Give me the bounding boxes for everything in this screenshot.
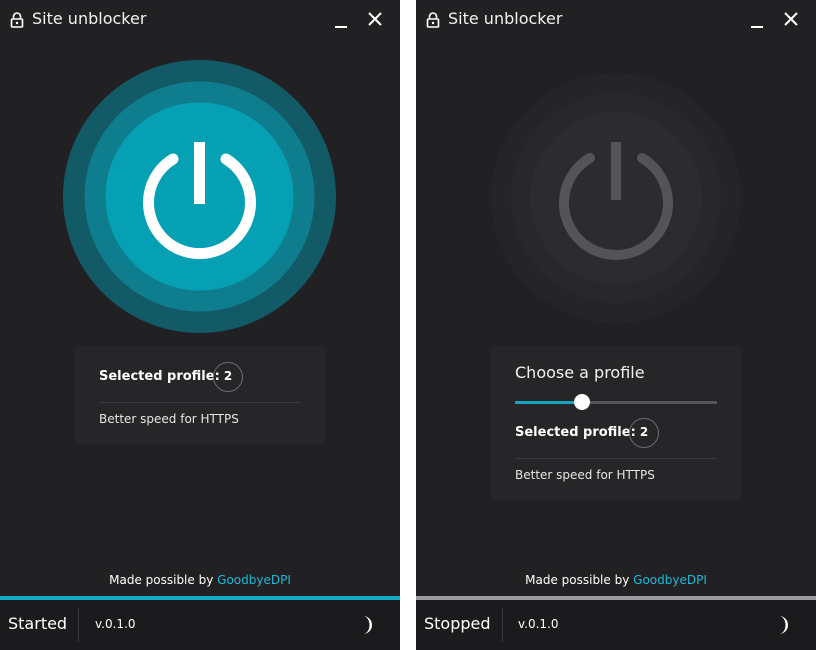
profile-slider[interactable] — [515, 394, 717, 410]
goodbyedpi-link[interactable]: GoodbyeDPI — [217, 573, 291, 587]
title-bar[interactable]: Site unblocker — [0, 0, 400, 40]
profile-description: Better speed for HTTPS — [515, 468, 655, 482]
status-text: Stopped — [424, 614, 491, 633]
power-toggle-button[interactable] — [490, 72, 742, 324]
selected-profile-badge: 2 — [213, 362, 243, 392]
minimize-icon[interactable] — [748, 10, 768, 30]
close-icon[interactable] — [780, 8, 802, 30]
slider-fill — [515, 401, 582, 404]
status-footer: Stopped v.0.1.0 — [416, 600, 816, 650]
app-window-started: Site unblocker Selected profile: 2 Bette… — [0, 0, 400, 650]
selected-profile-label: Selected profile: — [99, 369, 220, 384]
profile-description: Better speed for HTTPS — [99, 412, 239, 426]
version-label: v.0.1.0 — [95, 617, 136, 631]
slider-thumb[interactable] — [574, 394, 590, 410]
window-title: Site unblocker — [32, 9, 147, 28]
title-bar[interactable]: Site unblocker — [416, 0, 816, 40]
credit-prefix: Made possible by — [109, 573, 214, 587]
selected-profile-label: Selected profile: — [515, 425, 636, 440]
moon-icon[interactable] — [772, 614, 794, 636]
status-text: Started — [8, 614, 68, 633]
credit-line: Made possible by GoodbyeDPI — [0, 573, 400, 587]
credit-line: Made possible by GoodbyeDPI — [416, 573, 816, 587]
app-window-stopped: Site unblocker Choose a profile Selected… — [416, 0, 816, 650]
version-label: v.0.1.0 — [518, 617, 559, 631]
choose-profile-title: Choose a profile — [515, 363, 645, 382]
power-toggle-button[interactable] — [63, 60, 336, 333]
lock-icon — [426, 12, 440, 28]
close-icon[interactable] — [364, 8, 386, 30]
divider — [99, 402, 301, 403]
selected-profile-badge: 2 — [629, 418, 659, 448]
window-title: Site unblocker — [448, 9, 563, 28]
profile-card: Choose a profile Selected profile: 2 Bet… — [491, 346, 741, 500]
moon-icon[interactable] — [356, 614, 378, 636]
lock-icon — [10, 12, 24, 28]
footer-divider — [502, 608, 503, 642]
profile-card: Selected profile: 2 Better speed for HTT… — [75, 346, 325, 444]
goodbyedpi-link[interactable]: GoodbyeDPI — [633, 573, 707, 587]
status-footer: Started v.0.1.0 — [0, 600, 400, 650]
minimize-icon[interactable] — [332, 10, 352, 30]
footer-divider — [78, 608, 79, 642]
credit-prefix: Made possible by — [525, 573, 630, 587]
divider — [515, 458, 717, 459]
